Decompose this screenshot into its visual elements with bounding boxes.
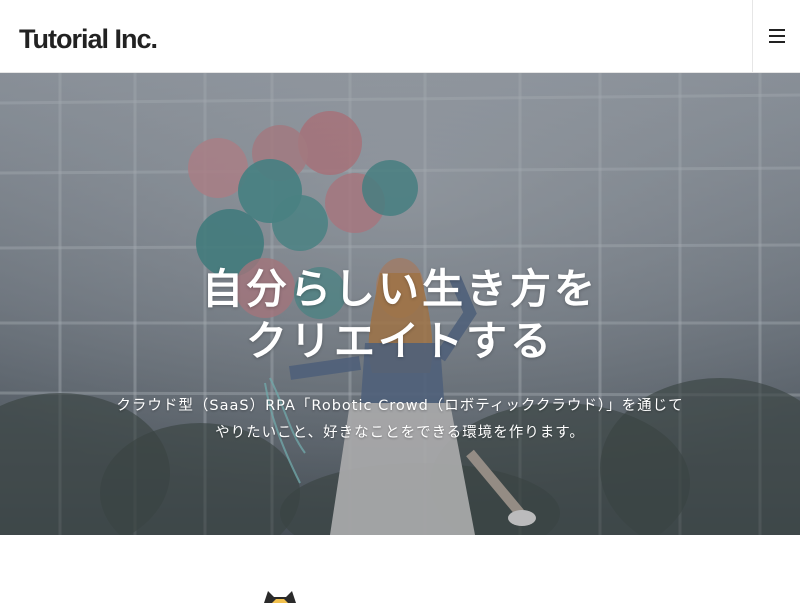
cat-mascot-icon (264, 591, 296, 603)
hamburger-menu-icon (769, 29, 785, 43)
hero-title: 自分らしい生き方を クリエイトする (0, 263, 800, 367)
hero-subtitle-line-1: クラウド型（SaaS）RPA「Robotic Crowd（ロボティッククラウド）… (116, 398, 684, 414)
hero-subtitle: クラウド型（SaaS）RPA「Robotic Crowd（ロボティッククラウド）… (0, 393, 800, 447)
menu-button[interactable] (752, 0, 800, 73)
hero-section: 自分らしい生き方を クリエイトする クラウド型（SaaS）RPA「Robotic… (0, 73, 800, 535)
hero-subtitle-line-2: やりたいこと、好きなことをできる環境を作ります。 (215, 425, 585, 441)
site-logo[interactable]: Tutorial Inc. (19, 22, 158, 56)
hero-title-line-2: クリエイトする (246, 317, 554, 365)
site-header: Tutorial Inc. (0, 0, 800, 73)
hero-title-line-1: 自分らしい生き方を (202, 265, 598, 313)
content-section (0, 535, 800, 603)
